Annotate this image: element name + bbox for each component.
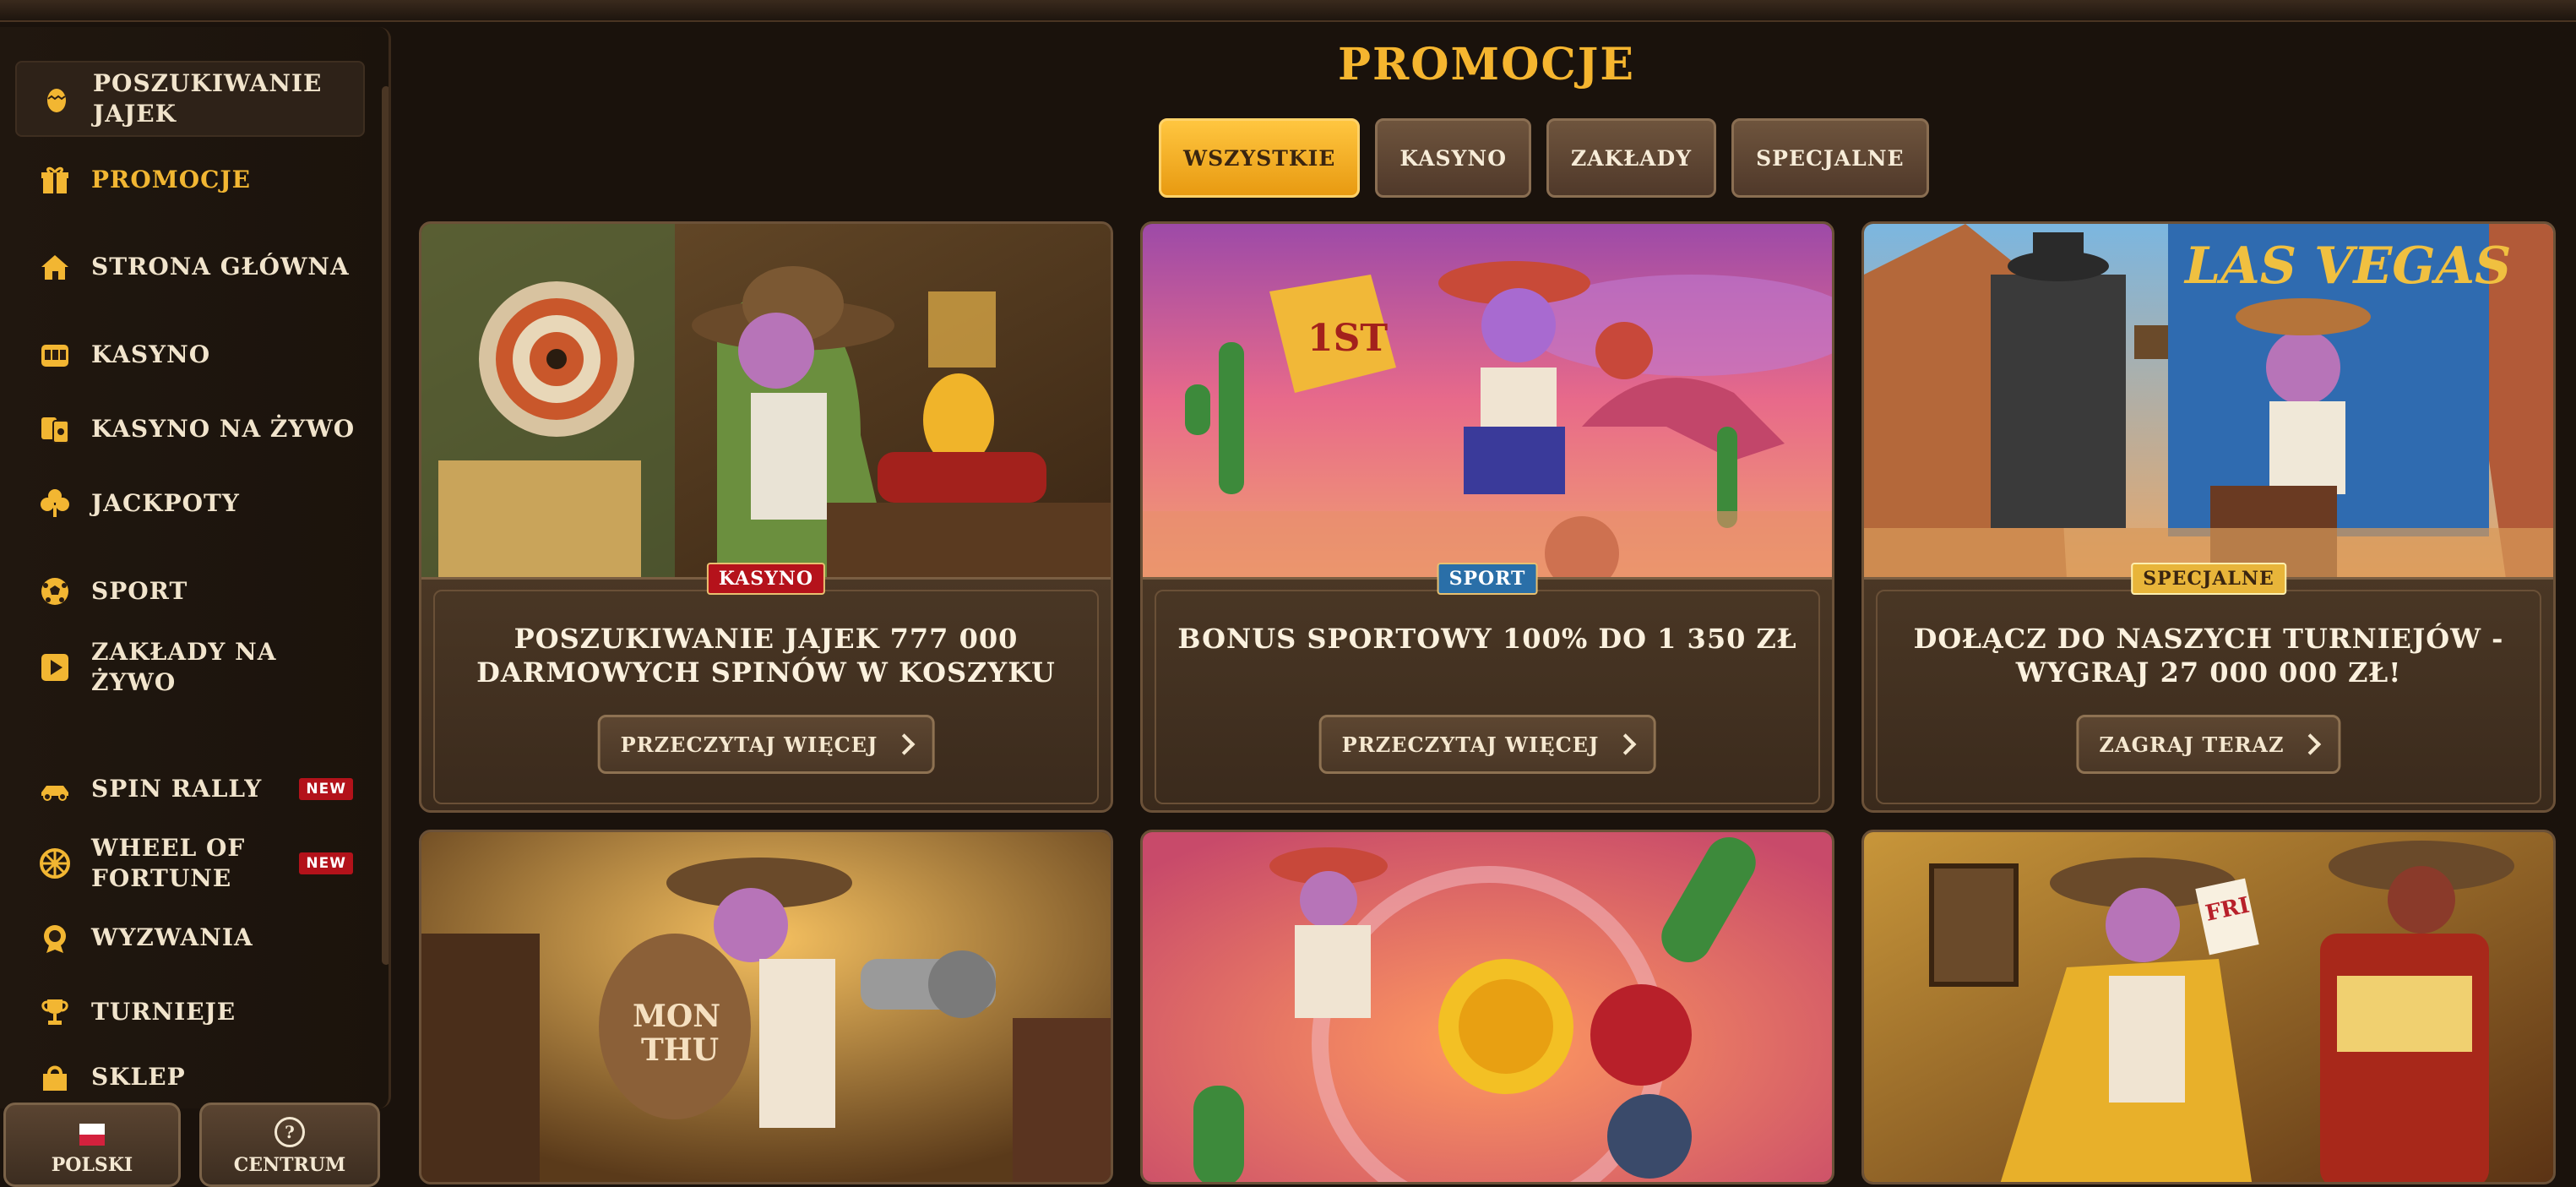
- sidebar-item-label: WHEEL OF FORTUNE: [91, 834, 246, 892]
- sidebar-item-jackpots[interactable]: JACKPOTY: [15, 471, 361, 536]
- sidebar-scrollbar[interactable]: [382, 86, 389, 965]
- promo-card[interactable]: LAS VEGAS SPECJALNE DOŁĄCZ DO NASZYCH TU…: [1861, 221, 2556, 813]
- medal-icon: [34, 917, 76, 959]
- page-title: PROMOCJE: [1337, 39, 1636, 90]
- sidebar-item-label: KASYNO NA ŻYWO: [91, 415, 356, 443]
- sidebar-item-tournaments[interactable]: TURNIEJE: [15, 980, 361, 1044]
- category-tag: KASYNO: [706, 563, 826, 595]
- filter-tab-bets[interactable]: ZAKŁADY: [1546, 118, 1717, 198]
- sidebar-item-live-betting[interactable]: ZAKŁADY NA ŻYWO: [15, 629, 361, 706]
- button-label: ZAGRAJ TERAZ: [2099, 732, 2285, 757]
- promo-card[interactable]: 1ST SPORT BONUS SPORTOWY 100% DO 1 350 Z…: [1140, 221, 1834, 813]
- egg-icon: [35, 78, 78, 120]
- promo-card[interactable]: KASYNO POSZUKIWANIE JAJEK 777 000 DARMOW…: [419, 221, 1113, 813]
- promo-card[interactable]: MON THU: [419, 830, 1113, 1184]
- sidebar: POSZUKIWANIE JAJEK PROMOCJE STRONA GŁÓWN…: [0, 27, 391, 1108]
- read-more-button[interactable]: PRZECZYTAJ WIĘCEJ: [597, 715, 935, 774]
- play-now-button[interactable]: ZAGRAJ TERAZ: [2076, 715, 2341, 774]
- promo-card[interactable]: [1140, 830, 1834, 1184]
- promo-image-egg-hunt: [421, 224, 1111, 579]
- filter-tab-special[interactable]: SPECJALNE: [1731, 118, 1929, 198]
- sidebar-item-label: TURNIEJE: [91, 998, 236, 1026]
- help-icon: ?: [274, 1117, 305, 1147]
- language-label: POLSKI: [51, 1154, 133, 1176]
- sidebar-item-label: JACKPOTY: [91, 489, 240, 517]
- promo-image-slot-bandit: FRI: [1864, 832, 2553, 1182]
- category-tag: SPORT: [1437, 563, 1538, 595]
- sidebar-item-shop[interactable]: SKLEP: [15, 1056, 361, 1098]
- promo-title: POSZUKIWANIE JAJEK 777 000 DARMOWYCH SPI…: [476, 623, 1056, 689]
- read-more-button[interactable]: PRZECZYTAJ WIĘCEJ: [1318, 715, 1656, 774]
- sidebar-item-casino[interactable]: KASYNO: [15, 323, 361, 387]
- sidebar-item-spin-rally[interactable]: SPIN RALLY NEW: [15, 757, 361, 821]
- promo-image-sport-bonus: 1ST: [1143, 224, 1832, 579]
- sidebar-item-label: SPORT: [91, 577, 188, 605]
- cards-icon: [34, 408, 76, 450]
- slot-machine-icon: [34, 334, 76, 376]
- promo-title: DOŁĄCZ DO NASZYCH TURNIEJÓW - WYGRAJ 27 …: [1913, 623, 2504, 689]
- sidebar-item-promotions[interactable]: PROMOCJE: [15, 145, 361, 215]
- sidebar-item-challenges[interactable]: WYZWANIA: [15, 906, 361, 970]
- chevron-right-icon: [2299, 733, 2322, 755]
- svg-text:THU: THU: [641, 1032, 719, 1068]
- sidebar-item-label: POSZUKIWANIE JAJEK: [93, 69, 323, 128]
- sidebar-item-home[interactable]: STRONA GŁÓWNA: [15, 235, 361, 299]
- promo-image-tournaments: LAS VEGAS: [1864, 224, 2553, 579]
- promo-card[interactable]: FRI: [1861, 830, 2556, 1184]
- promo-image-coin-spin: [1143, 832, 1832, 1182]
- new-badge: NEW: [299, 778, 353, 800]
- race-car-icon: [34, 768, 76, 810]
- wheel-icon: [34, 842, 76, 885]
- poland-flag-icon: [79, 1124, 105, 1146]
- svg-text:LAS VEGAS: LAS VEGAS: [2183, 237, 2511, 296]
- new-badge: NEW: [299, 852, 353, 874]
- clover-icon: [34, 482, 76, 525]
- top-bar: [0, 0, 2576, 22]
- soccer-ball-icon: [34, 570, 76, 613]
- chevron-right-icon: [893, 733, 916, 755]
- button-label: PRZECZYTAJ WIĘCEJ: [620, 732, 878, 757]
- svg-text:MON: MON: [633, 999, 720, 1034]
- promo-card-panel: KASYNO POSZUKIWANIE JAJEK 777 000 DARMOW…: [421, 563, 1111, 810]
- home-icon: [34, 246, 76, 288]
- svg-text:1ST: 1ST: [1307, 317, 1388, 360]
- language-button[interactable]: POLSKI: [3, 1103, 181, 1187]
- filter-tab-all[interactable]: WSZYSTKIE: [1159, 118, 1361, 198]
- promo-card-panel: SPORT BONUS SPORTOWY 100% DO 1 350 ZŁ PR…: [1143, 563, 1832, 810]
- category-tag: SPECJALNE: [2131, 563, 2286, 595]
- help-center-label: CENTRUM: [233, 1154, 346, 1176]
- sidebar-item-label: SPIN RALLY: [91, 775, 263, 803]
- trophy-icon: [34, 991, 76, 1033]
- sidebar-item-label: KASYNO: [91, 340, 211, 368]
- sidebar-item-label: SKLEP: [91, 1063, 186, 1091]
- filter-tab-casino[interactable]: KASYNO: [1375, 118, 1532, 198]
- sidebar-item-label: STRONA GŁÓWNA: [91, 253, 350, 280]
- promo-filter-tabs: WSZYSTKIE KASYNO ZAKŁADY SPECJALNE: [1159, 118, 1929, 198]
- sidebar-item-live-casino[interactable]: KASYNO NA ŻYWO: [15, 397, 361, 461]
- promo-card-panel: SPECJALNE DOŁĄCZ DO NASZYCH TURNIEJÓW - …: [1864, 563, 2553, 810]
- sidebar-item-label: PROMOCJE: [91, 166, 251, 193]
- gift-icon: [34, 159, 76, 201]
- help-center-button[interactable]: ? CENTRUM: [199, 1103, 380, 1187]
- sidebar-item-egg-hunt[interactable]: POSZUKIWANIE JAJEK: [15, 61, 365, 137]
- sidebar-item-sport[interactable]: SPORT: [15, 559, 361, 623]
- sidebar-item-label: ZAKŁADY NA ŻYWO: [91, 638, 277, 696]
- button-label: PRZECZYTAJ WIĘCEJ: [1341, 732, 1600, 757]
- promo-title: BONUS SPORTOWY 100% DO 1 350 ZŁ: [1177, 623, 1797, 655]
- promo-image-gunslinger: MON THU: [421, 832, 1111, 1182]
- shop-icon: [34, 1056, 76, 1098]
- sidebar-item-label: WYZWANIA: [91, 923, 253, 951]
- sidebar-item-wheel-of-fortune[interactable]: WHEEL OF FORTUNE NEW: [15, 825, 361, 902]
- chevron-right-icon: [1614, 733, 1637, 755]
- play-icon: [34, 646, 76, 689]
